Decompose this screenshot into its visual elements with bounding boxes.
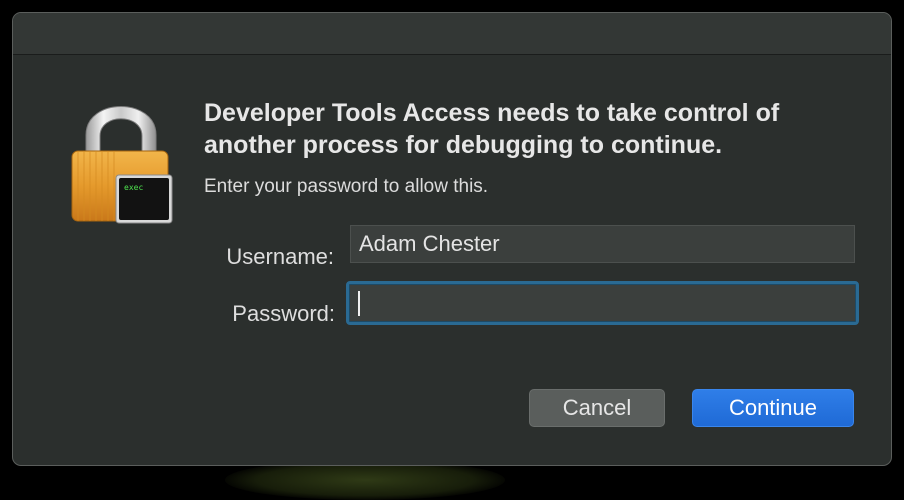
background-glow bbox=[225, 460, 505, 500]
username-field[interactable] bbox=[350, 225, 855, 263]
password-label: Password: bbox=[232, 301, 335, 326]
username-label: Username: bbox=[226, 244, 334, 269]
cancel-button[interactable]: Cancel bbox=[529, 389, 665, 427]
authorization-dialog: exec Developer Tools Access needs to tak… bbox=[12, 12, 892, 466]
dialog-titlebar bbox=[13, 13, 891, 55]
dialog-heading: Developer Tools Access needs to take con… bbox=[204, 99, 780, 159]
password-field[interactable] bbox=[346, 281, 859, 325]
continue-button[interactable]: Continue bbox=[692, 389, 854, 427]
text-cursor bbox=[358, 291, 360, 316]
exec-label: exec bbox=[124, 183, 143, 192]
dialog-subtext: Enter your password to allow this. bbox=[204, 176, 489, 197]
lock-exec-icon: exec bbox=[71, 106, 173, 224]
